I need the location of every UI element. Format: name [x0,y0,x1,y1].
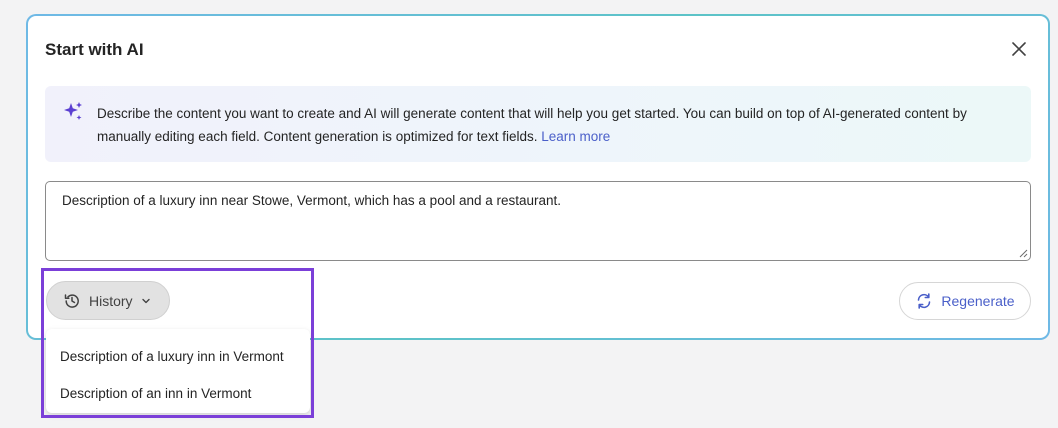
sparkle-icon [64,102,82,120]
resize-grip-icon[interactable] [1019,249,1028,258]
history-icon [64,293,79,308]
info-banner: Describe the content you want to create … [45,86,1031,162]
chevron-down-icon [141,298,150,303]
close-button[interactable] [1010,40,1028,58]
start-with-ai-dialog: Start with AI Describe the content you w… [28,16,1048,338]
regenerate-label: Regenerate [941,293,1015,309]
prompt-textarea[interactable]: Description of a luxury inn near Stowe, … [45,181,1031,261]
prompt-value: Description of a luxury inn near Stowe, … [62,193,562,208]
regenerate-icon [918,293,931,309]
history-item[interactable]: Description of a luxury inn in Vermont [60,349,284,364]
history-dropdown: Description of a luxury inn in Vermont D… [46,329,310,413]
learn-more-link[interactable]: Learn more [541,129,610,144]
regenerate-button[interactable]: Regenerate [899,282,1031,320]
history-label: History [89,292,133,309]
dialog-title: Start with AI [45,40,144,59]
history-button[interactable]: History [46,281,170,320]
info-description: Describe the content you want to create … [97,106,967,144]
info-text: Describe the content you want to create … [97,102,1017,148]
history-item[interactable]: Description of an inn in Vermont [60,386,251,401]
dialog-frame: Start with AI Describe the content you w… [26,14,1050,340]
close-icon [1012,42,1026,56]
